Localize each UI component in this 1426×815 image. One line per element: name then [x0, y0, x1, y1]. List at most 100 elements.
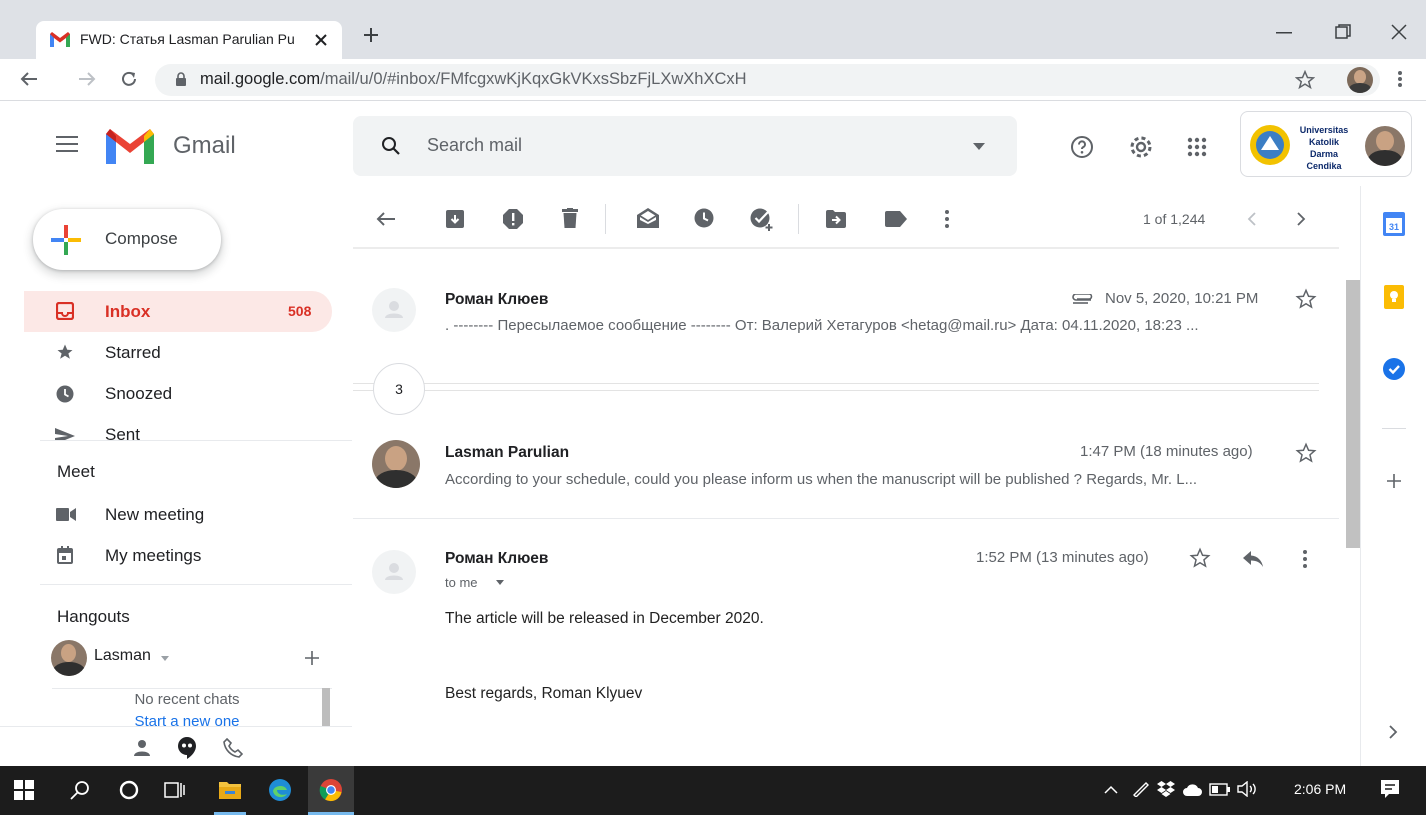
- hangouts-chat-list: No recent chats Start a new one: [52, 688, 332, 726]
- onedrive-cloud-icon[interactable]: [1182, 782, 1202, 798]
- battery-icon[interactable]: [1209, 783, 1231, 796]
- mark-unread-icon[interactable]: [637, 208, 659, 228]
- browser-tab[interactable]: FWD: Статья Lasman Parulian Pu: [36, 21, 342, 59]
- label-tag-icon[interactable]: [885, 211, 907, 227]
- restore-icon[interactable]: [1335, 24, 1351, 40]
- attachment-paperclip-icon: [1072, 294, 1093, 304]
- browser-menu-icon[interactable]: [1398, 70, 1402, 88]
- window-close-icon[interactable]: [1391, 24, 1407, 40]
- toolbar-divider: [605, 204, 606, 234]
- google-keep-icon[interactable]: [1384, 285, 1404, 309]
- phone-call-icon[interactable]: [223, 738, 243, 758]
- report-spam-icon[interactable]: [503, 209, 523, 229]
- add-to-tasks-icon[interactable]: [750, 207, 774, 231]
- new-meeting-item[interactable]: New meeting: [24, 499, 332, 531]
- file-explorer-icon[interactable]: [219, 780, 241, 799]
- sidebar-item-label: Inbox: [105, 302, 151, 321]
- message-signature: Best regards, Roman Klyuev: [445, 685, 643, 702]
- search-bar[interactable]: Search mail: [353, 116, 1017, 176]
- message-sender[interactable]: Роман Клюев: [445, 550, 548, 568]
- snooze-clock-icon[interactable]: [694, 208, 714, 228]
- recipient-line[interactable]: to me: [445, 575, 478, 590]
- google-calendar-icon[interactable]: 31: [1383, 212, 1405, 236]
- search-icon[interactable]: [381, 136, 401, 156]
- search-input[interactable]: Search mail: [427, 135, 522, 156]
- get-addons-plus-icon[interactable]: [1387, 474, 1401, 488]
- account-org-name: Universitas Katolik Darma Cendika: [1295, 124, 1353, 172]
- sender-photo-avatar: [372, 440, 420, 488]
- close-tab-icon[interactable]: [314, 33, 328, 47]
- my-meetings-item[interactable]: My meetings: [24, 540, 332, 572]
- toolbar-divider: [798, 204, 799, 234]
- windows-start-icon[interactable]: [14, 780, 34, 800]
- message-collapsed-1[interactable]: Роман Клюев Nov 5, 2020, 10:21 PM . ----…: [353, 272, 1339, 352]
- help-icon[interactable]: [1070, 135, 1094, 159]
- hangouts-user-avatar[interactable]: [51, 640, 87, 676]
- account-switcher[interactable]: Universitas Katolik Darma Cendika: [1240, 111, 1412, 177]
- show-hidden-icons-chevron-icon[interactable]: [1104, 785, 1118, 794]
- older-chevron-right-icon[interactable]: [1297, 212, 1306, 226]
- gmail-logo-icon[interactable]: [106, 128, 154, 164]
- profile-avatar[interactable]: [1347, 67, 1373, 93]
- google-tasks-icon[interactable]: [1383, 358, 1405, 380]
- message-sender: Роман Клюев: [445, 291, 549, 308]
- archive-icon[interactable]: [446, 210, 464, 228]
- task-view-icon[interactable]: [164, 779, 186, 801]
- start-new-chat-link[interactable]: Start a new one: [52, 713, 322, 726]
- address-bar[interactable]: mail.google.com/mail/u/0/#inbox/FMfcgxwK…: [155, 64, 1380, 96]
- forward-arrow-icon[interactable]: [78, 71, 96, 87]
- compose-button[interactable]: Compose: [33, 209, 221, 270]
- sidebar-item-snoozed[interactable]: Snoozed: [24, 376, 332, 412]
- volume-speaker-icon[interactable]: [1237, 781, 1259, 797]
- org-line-3: Darma Cendika: [1306, 149, 1342, 171]
- reply-icon[interactable]: [1243, 551, 1263, 567]
- hangouts-user-name[interactable]: Lasman: [94, 647, 151, 665]
- gmail-favicon-icon: [50, 32, 70, 47]
- back-arrow-icon[interactable]: [20, 71, 38, 87]
- url-host: mail.google.com: [200, 70, 321, 88]
- bookmark-star-icon[interactable]: [1295, 70, 1315, 90]
- message-collapsed-2[interactable]: Lasman Parulian 1:47 PM (18 minutes ago)…: [353, 420, 1339, 510]
- dropbox-icon[interactable]: [1157, 781, 1175, 797]
- pagination-count: 1 of 1,244: [1143, 211, 1206, 227]
- sidebar-item-starred[interactable]: Starred: [24, 335, 332, 371]
- star-outline-icon[interactable]: [1189, 547, 1211, 569]
- sidebar-item-inbox[interactable]: Inbox 508: [24, 291, 332, 332]
- more-options-icon[interactable]: [945, 209, 949, 229]
- sidebar-item-label: Starred: [105, 343, 161, 362]
- hangouts-scrollbar[interactable]: [322, 688, 330, 726]
- edge-browser-icon[interactable]: [268, 778, 292, 802]
- chrome-taskbar-button[interactable]: [308, 766, 354, 815]
- status-dropdown-icon[interactable]: [161, 656, 169, 661]
- message-more-icon[interactable]: [1303, 549, 1307, 569]
- pen-workspace-icon[interactable]: [1132, 781, 1150, 797]
- cortana-icon[interactable]: [118, 779, 140, 801]
- move-to-icon[interactable]: [826, 210, 846, 228]
- newer-chevron-left-icon[interactable]: [1247, 212, 1256, 226]
- sidebar-item-sent[interactable]: Sent: [24, 419, 332, 441]
- minimize-icon[interactable]: [1276, 32, 1292, 34]
- collapsed-messages-count[interactable]: 3: [373, 363, 425, 415]
- notifications-action-center-icon[interactable]: [1380, 779, 1400, 799]
- star-outline-icon[interactable]: [1295, 288, 1317, 310]
- main-scrollbar-thumb[interactable]: [1346, 280, 1360, 548]
- search-options-icon[interactable]: [973, 143, 985, 150]
- new-tab-icon[interactable]: [362, 26, 380, 44]
- message-date: 1:47 PM (18 minutes ago): [1080, 443, 1253, 460]
- star-outline-icon[interactable]: [1295, 442, 1317, 464]
- main-menu-icon[interactable]: [56, 136, 78, 152]
- reload-icon[interactable]: [120, 70, 138, 88]
- show-details-icon[interactable]: [496, 580, 504, 585]
- contacts-person-icon[interactable]: [134, 739, 150, 757]
- apps-grid-icon[interactable]: [1187, 137, 1207, 157]
- back-to-inbox-icon[interactable]: [376, 211, 396, 227]
- taskbar-clock[interactable]: 2:06 PM: [1294, 781, 1346, 797]
- expand-side-panel-icon[interactable]: [1389, 725, 1398, 739]
- taskbar-search-icon[interactable]: [70, 780, 90, 800]
- calendar-icon: [57, 546, 73, 564]
- delete-trash-icon[interactable]: [562, 208, 578, 228]
- new-conversation-plus-icon[interactable]: [304, 650, 320, 666]
- settings-gear-icon[interactable]: [1128, 134, 1154, 160]
- message-divider: [353, 518, 1339, 519]
- hangouts-chat-icon[interactable]: [177, 737, 197, 759]
